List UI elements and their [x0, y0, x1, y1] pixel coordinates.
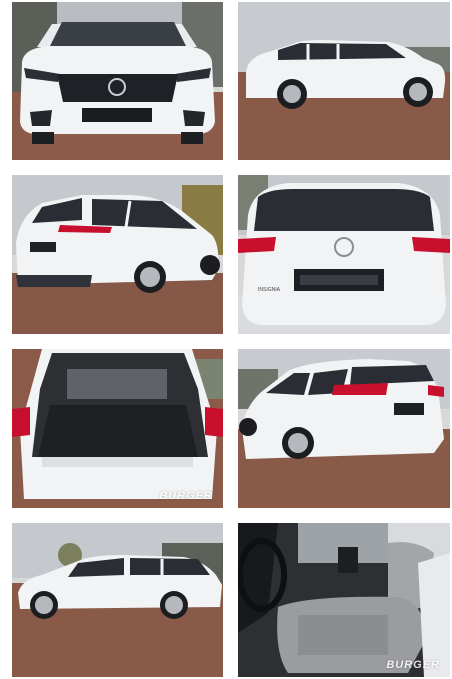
photo-side-front-view[interactable]: [238, 2, 450, 160]
model-badge-text: INSIGNIA: [258, 287, 281, 293]
photo-gallery: INSIGNIA BURGER BURGER: [0, 0, 452, 679]
dealer-watermark: BURGER: [386, 659, 440, 671]
photo-interior-seats-view[interactable]: BURGER: [238, 523, 450, 677]
photo-front-view[interactable]: [12, 2, 223, 160]
photo-rear-three-quarter-view[interactable]: [12, 175, 223, 334]
photo-open-trunk-view[interactable]: BURGER: [12, 349, 223, 508]
dealer-watermark: BURGER: [159, 490, 213, 502]
photo-rear-three-quarter-right-view[interactable]: [238, 349, 450, 508]
photo-side-profile-view[interactable]: [12, 523, 223, 677]
photo-rear-view[interactable]: INSIGNIA: [238, 175, 450, 334]
